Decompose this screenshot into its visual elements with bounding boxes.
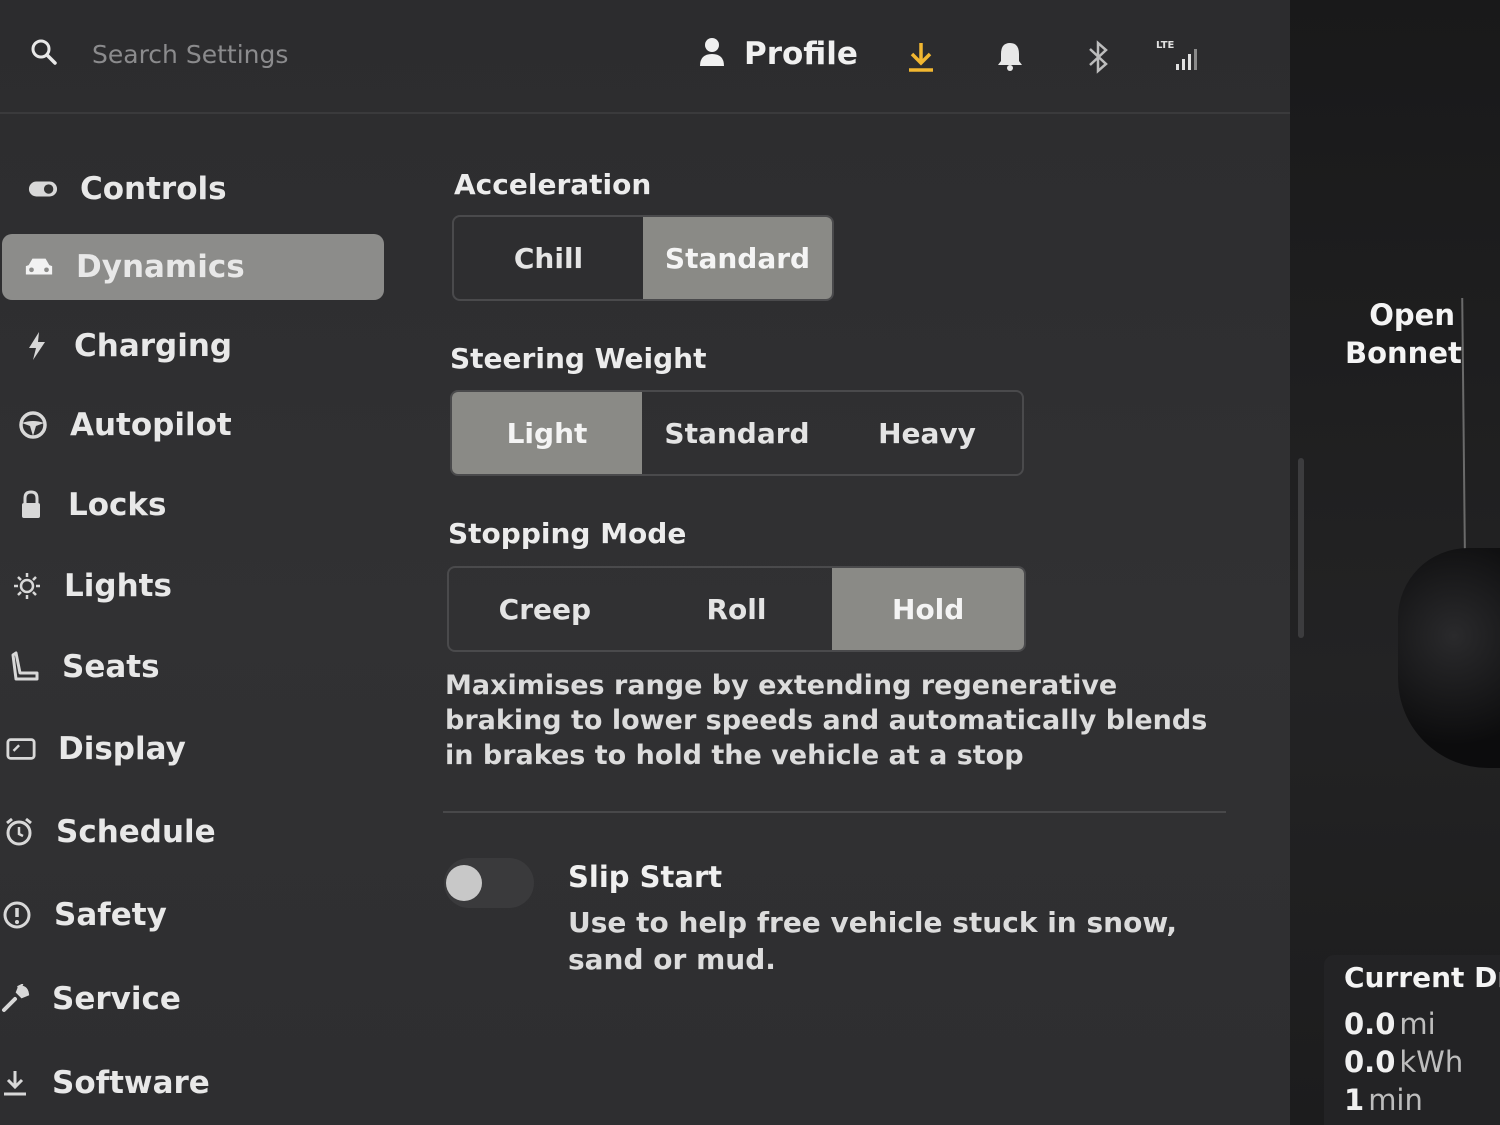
steering-option-standard[interactable]: Standard <box>642 392 832 474</box>
top-bar: Search Settings Profile LTE <box>0 0 1290 114</box>
steering-option-heavy[interactable]: Heavy <box>832 392 1022 474</box>
acceleration-option-chill[interactable]: Chill <box>454 217 643 299</box>
profile-label: Profile <box>744 36 858 72</box>
stopping-mode-title: Stopping Mode <box>448 517 687 550</box>
sidebar-item-label: Dynamics <box>76 249 245 285</box>
drive-time-value: 1 <box>1344 1083 1365 1117</box>
slip-start-toggle[interactable] <box>444 858 534 908</box>
drive-distance-unit: mi <box>1399 1007 1436 1041</box>
wrench-icon <box>0 984 30 1014</box>
alert-circle-icon <box>2 900 32 930</box>
sidebar-item-service[interactable]: Service <box>0 966 360 1032</box>
acceleration-title: Acceleration <box>454 168 652 201</box>
search-input[interactable]: Search Settings <box>92 40 288 69</box>
drive-time-unit: min <box>1368 1083 1423 1117</box>
sun-icon <box>12 571 42 601</box>
sidebar-item-label: Controls <box>80 171 227 207</box>
display-icon <box>6 734 36 764</box>
sidebar-item-lights[interactable]: Lights <box>12 553 372 619</box>
toggle-knob <box>446 865 482 901</box>
alarm-clock-icon <box>4 817 34 847</box>
sidebar-item-display[interactable]: Display <box>6 716 366 782</box>
settings-screen: Search Settings Profile LTE Controls Dyn… <box>0 0 1290 1125</box>
download-icon <box>0 1068 30 1098</box>
toggle-icon <box>28 174 58 204</box>
drive-distance-value: 0.0 <box>1344 1007 1396 1041</box>
sidebar-item-autopilot[interactable]: Autopilot <box>18 392 378 458</box>
acceleration-option-standard[interactable]: Standard <box>643 217 832 299</box>
slip-start-description: Use to help free vehicle stuck in snow, … <box>568 906 1178 976</box>
sidebar-item-label: Display <box>58 731 186 767</box>
bell-icon[interactable] <box>996 40 1024 76</box>
drive-energy: 0.0 kWh <box>1344 1045 1463 1079</box>
current-drive-title: Current Drive <box>1344 961 1500 994</box>
sidebar-item-label: Autopilot <box>70 407 232 443</box>
search-icon <box>30 38 58 70</box>
stopping-mode-selector: Creep Roll Hold <box>447 566 1026 652</box>
profile-button[interactable]: Profile <box>698 36 858 72</box>
sidebar-item-label: Locks <box>68 487 167 523</box>
steering-wheel-icon <box>18 410 48 440</box>
stopping-option-roll[interactable]: Roll <box>641 568 833 650</box>
sidebar-item-software[interactable]: Software <box>0 1050 360 1116</box>
steering-option-light[interactable]: Light <box>452 392 642 474</box>
steering-weight-selector: Light Standard Heavy <box>450 390 1024 476</box>
drive-energy-unit: kWh <box>1399 1045 1464 1079</box>
sidebar-item-label: Safety <box>54 897 167 933</box>
sidebar-item-controls[interactable]: Controls <box>28 156 388 222</box>
person-icon <box>698 37 726 71</box>
stopping-option-hold[interactable]: Hold <box>832 568 1024 650</box>
sidebar-item-schedule[interactable]: Schedule <box>4 799 364 865</box>
drive-distance: 0.0 mi <box>1344 1007 1436 1041</box>
open-bonnet-button[interactable]: Open Bonnet <box>1345 296 1462 372</box>
sidebar-item-label: Lights <box>64 568 172 604</box>
drive-energy-value: 0.0 <box>1344 1045 1396 1079</box>
slip-start-title: Slip Start <box>568 860 723 894</box>
bluetooth-icon[interactable] <box>1086 40 1110 78</box>
car-icon <box>24 252 54 282</box>
lightning-icon <box>22 331 52 361</box>
sidebar-item-seats[interactable]: Seats <box>10 634 370 700</box>
section-divider <box>443 811 1226 813</box>
sidebar-item-dynamics[interactable]: Dynamics <box>2 234 384 300</box>
download-icon[interactable] <box>906 40 936 78</box>
scrollbar[interactable] <box>1298 458 1304 638</box>
sidebar-item-label: Software <box>52 1065 210 1101</box>
sidebar-item-label: Charging <box>74 328 233 364</box>
search-bar[interactable]: Search Settings <box>30 38 288 70</box>
seat-icon <box>10 651 40 682</box>
current-drive-card[interactable]: Current Drive 0.0mi 0.0kWh 1min <box>1324 955 1500 1125</box>
drive-time: 1 min <box>1344 1083 1423 1117</box>
sidebar-item-charging[interactable]: Charging <box>22 313 382 379</box>
sidebar-item-label: Seats <box>62 649 160 685</box>
stopping-mode-description: Maximises range by extending regenerativ… <box>445 670 1208 771</box>
stopping-option-creep[interactable]: Creep <box>449 568 641 650</box>
steering-weight-title: Steering Weight <box>450 342 707 375</box>
acceleration-selector: Chill Standard <box>452 215 834 301</box>
sidebar-item-label: Service <box>52 981 181 1017</box>
sidebar-item-locks[interactable]: Locks <box>16 472 376 538</box>
sidebar-item-safety[interactable]: Safety <box>2 882 362 948</box>
sidebar-item-label: Schedule <box>56 814 216 850</box>
lock-icon <box>16 490 46 520</box>
